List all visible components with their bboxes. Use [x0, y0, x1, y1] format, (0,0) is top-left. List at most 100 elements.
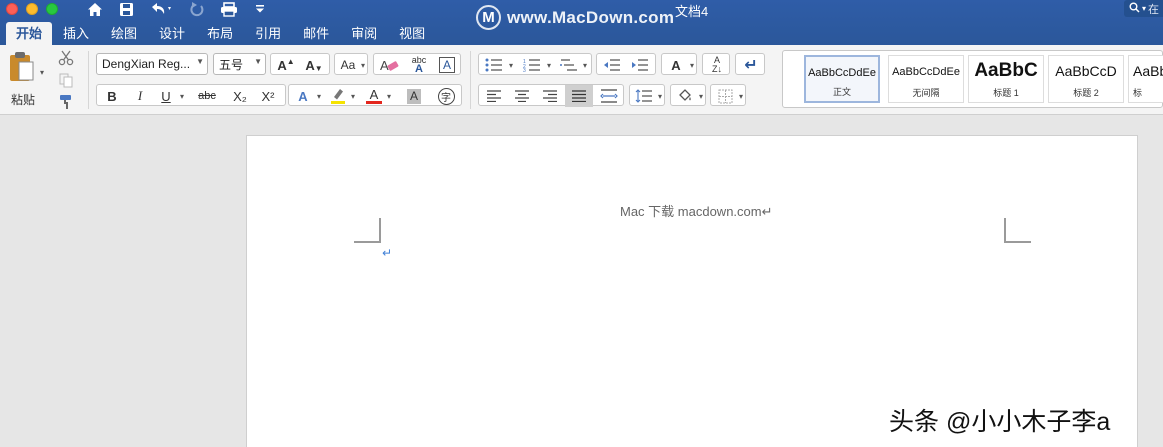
align-left-icon[interactable]	[481, 85, 507, 107]
sort-button[interactable]: A Z↓	[702, 53, 730, 75]
style-sample: AaBbC	[974, 60, 1038, 81]
chevron-down-icon[interactable]: ▾	[349, 85, 357, 107]
tab-draw[interactable]: 绘图	[100, 22, 148, 45]
borders-icon	[713, 85, 737, 107]
paste-dropdown-arrow[interactable]: ▾	[38, 61, 46, 83]
chevron-down-icon[interactable]: ▾	[315, 85, 323, 107]
font-effects-group: A ▾ ▾ A ▾ A 字	[288, 84, 462, 106]
svg-text:A: A	[380, 58, 389, 73]
justify-icon[interactable]	[565, 85, 593, 107]
font-grow-shrink-group: A ▲ A ▼	[270, 53, 330, 75]
paragraph-mark[interactable]: ↵	[382, 246, 392, 260]
ribbon-tabs: 开始 插入 绘图 设计 布局 引用 邮件 审阅 视图	[0, 22, 436, 45]
bullets-icon[interactable]	[481, 54, 507, 76]
list-group: ▾ 123 ▾ ▾	[478, 53, 592, 75]
chevron-down-icon[interactable]: ▾	[545, 54, 553, 76]
page-header-text[interactable]: Mac 下载 macdown.com↵	[620, 201, 772, 220]
align-center-icon[interactable]	[509, 85, 535, 107]
style-card-heading-1[interactable]: AaBbC 标题 1	[968, 55, 1044, 103]
tab-layout[interactable]: 布局	[196, 22, 244, 45]
enclose-characters-icon[interactable]: 字	[433, 85, 459, 107]
tab-references[interactable]: 引用	[244, 22, 292, 45]
chevron-down-icon: ▾	[360, 60, 365, 70]
save-icon[interactable]	[117, 0, 135, 18]
tab-home[interactable]: 开始	[6, 22, 53, 45]
clear-formatting-icon[interactable]: A	[376, 54, 404, 76]
paint-bucket-icon	[673, 85, 697, 107]
divider	[88, 51, 89, 109]
tab-view[interactable]: 视图	[388, 22, 436, 45]
multilevel-list-icon[interactable]	[557, 54, 581, 76]
chevron-down-icon[interactable]: ▾	[385, 85, 393, 107]
chevron-down-icon: ▾	[738, 91, 743, 101]
increase-indent-icon[interactable]	[627, 54, 653, 76]
undo-icon[interactable]	[148, 0, 174, 18]
distributed-icon[interactable]	[595, 85, 623, 107]
watermark: M www.MacDown.com	[476, 5, 674, 30]
tab-design[interactable]: 设计	[148, 22, 196, 45]
minimize-window-button[interactable]	[26, 3, 38, 15]
character-shading-icon[interactable]: A	[401, 85, 427, 107]
margin-corner-mark-right	[1004, 218, 1031, 243]
copy-icon[interactable]	[56, 69, 76, 91]
home-icon[interactable]	[86, 0, 104, 18]
underline-dropdown-arrow[interactable]: ▾	[177, 85, 187, 107]
decrease-indent-icon[interactable]	[599, 54, 625, 76]
font-size-select[interactable]: 五号 ▼	[213, 53, 266, 75]
change-case-button[interactable]: Aa ▾	[334, 53, 368, 75]
show-marks-button[interactable]: ↵	[735, 53, 765, 75]
tab-mailings[interactable]: 邮件	[292, 22, 340, 45]
font-name-select[interactable]: DengXian Reg... ▼	[96, 53, 208, 75]
text-direction-button[interactable]: A ▾	[661, 53, 697, 75]
close-window-button[interactable]	[6, 3, 18, 15]
bold-button[interactable]: B	[99, 85, 125, 107]
search-icon	[1129, 2, 1140, 16]
sort-icon: A Z↓	[712, 55, 722, 74]
font-name-value: DengXian Reg...	[102, 57, 191, 71]
print-icon[interactable]	[219, 0, 239, 18]
superscript-button[interactable]: X²	[255, 85, 281, 107]
strikethrough-button[interactable]: abc	[191, 85, 223, 107]
style-card-normal[interactable]: AaBbCcDdEe 正文	[804, 55, 880, 103]
italic-button[interactable]: I	[127, 85, 153, 107]
shading-button[interactable]: ▾	[670, 84, 706, 106]
customize-icon[interactable]	[254, 0, 266, 18]
chevron-down-icon[interactable]: ▾	[581, 54, 589, 76]
subscript-button[interactable]: X₂	[227, 85, 253, 107]
style-name: 标题 2	[1073, 88, 1099, 98]
line-spacing-button[interactable]: ▾	[629, 84, 665, 106]
highlight-icon[interactable]	[327, 85, 349, 107]
shrink-font-button[interactable]: A ▼	[301, 54, 327, 76]
style-name: 标题 1	[993, 88, 1019, 98]
paste-icon[interactable]	[4, 50, 38, 84]
search-box[interactable]: ▾ 在	[1124, 0, 1163, 17]
document-page[interactable]: Mac 下载 macdown.com↵ ↵	[246, 135, 1138, 447]
credit-watermark: 头条 @小小木子李a	[889, 408, 1111, 436]
phonetic-guide-icon[interactable]: abc A	[405, 54, 433, 76]
text-effects-icon[interactable]: A	[291, 85, 315, 107]
style-sample: AaBbCcDdEe	[808, 67, 876, 79]
svg-text:3: 3	[523, 68, 526, 72]
redo-icon[interactable]	[187, 0, 207, 18]
watermark-logo: M	[476, 5, 501, 30]
chevron-down-icon: ▾	[698, 91, 703, 101]
align-right-icon[interactable]	[537, 85, 563, 107]
tab-review[interactable]: 审阅	[340, 22, 388, 45]
style-name: 正文	[832, 87, 851, 97]
tab-insert[interactable]: 插入	[52, 22, 100, 45]
cut-icon[interactable]	[56, 47, 76, 69]
style-card-title[interactable]: AaBb 标	[1128, 55, 1163, 103]
character-border-icon[interactable]: A	[434, 54, 460, 76]
grow-font-button[interactable]: A ▲	[273, 54, 299, 76]
format-painter-icon[interactable]	[56, 91, 76, 113]
style-card-no-spacing[interactable]: AaBbCcDdEe 无间隔	[888, 55, 964, 103]
underline-button[interactable]: U	[155, 85, 177, 107]
numbering-icon[interactable]: 123	[519, 54, 545, 76]
style-name: 无间隔	[912, 88, 940, 98]
borders-button[interactable]: ▾	[710, 84, 746, 106]
font-color-icon[interactable]: A	[363, 85, 385, 107]
chevron-down-icon[interactable]: ▾	[507, 54, 515, 76]
watermark-text: www.MacDown.com	[507, 7, 675, 27]
zoom-window-button[interactable]	[46, 3, 58, 15]
style-card-heading-2[interactable]: AaBbCcD 标题 2	[1048, 55, 1124, 103]
